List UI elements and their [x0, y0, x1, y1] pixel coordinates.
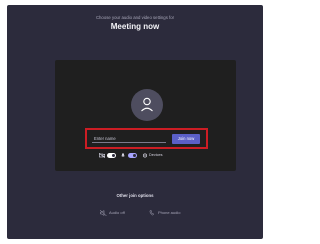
name-entry-highlight: Join now [85, 128, 208, 149]
teams-prejoin-screen: Choose your audio and video settings for… [7, 5, 263, 239]
microphone-toggle[interactable] [128, 153, 137, 158]
meeting-title: Meeting now [110, 22, 160, 31]
phone-icon [149, 210, 155, 216]
avatar [131, 89, 163, 121]
devices-label[interactable]: Devices [149, 153, 163, 157]
join-now-button[interactable]: Join now [172, 134, 200, 144]
microphone-icon[interactable] [120, 153, 126, 158]
video-preview: Join now Devices [55, 60, 236, 171]
gear-icon[interactable] [142, 153, 148, 158]
screenshot-frame: Choose your audio and video settings for… [0, 0, 271, 244]
prejoin-subtitle: Choose your audio and video settings for [95, 15, 175, 20]
name-input[interactable] [92, 135, 166, 143]
person-icon [141, 97, 153, 112]
camera-toggle[interactable] [107, 153, 116, 158]
audio-off-label: Audio off [109, 210, 125, 215]
phone-audio-label: Phone audio [158, 210, 181, 215]
speaker-off-icon [100, 210, 107, 216]
other-join-options-title: Other join options [116, 193, 154, 198]
camera-off-icon[interactable] [99, 153, 105, 158]
